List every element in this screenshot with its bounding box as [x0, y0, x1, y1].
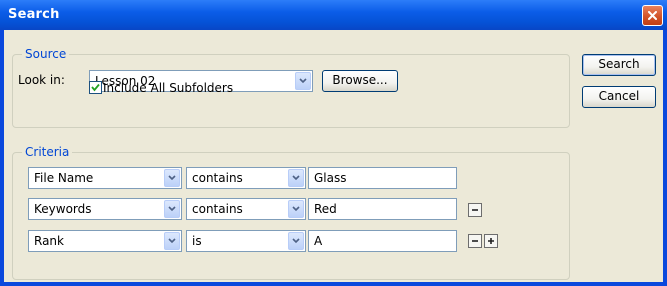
- dropdown-arrow[interactable]: [288, 169, 304, 187]
- criteria-operator-value: contains: [192, 171, 243, 185]
- criteria-value-text: A: [314, 234, 323, 248]
- dropdown-arrow[interactable]: [164, 169, 180, 187]
- criteria-value-text: Glass: [314, 171, 347, 185]
- dropdown-arrow[interactable]: [288, 232, 304, 250]
- criteria-value-field-3[interactable]: A: [308, 230, 457, 252]
- criteria-field-dropdown-1[interactable]: File Name: [28, 167, 182, 189]
- chevron-down-icon: [168, 206, 176, 212]
- dropdown-arrow[interactable]: [288, 200, 304, 218]
- criteria-value-text: Red: [314, 202, 337, 216]
- criteria-operator-dropdown-1[interactable]: contains: [186, 167, 306, 189]
- check-icon: [91, 83, 100, 92]
- criteria-field-value: Rank: [34, 234, 64, 248]
- title-bar[interactable]: Search: [0, 0, 667, 30]
- criteria-value-field-2[interactable]: Red: [308, 198, 457, 220]
- criteria-field-dropdown-3[interactable]: Rank: [28, 230, 182, 252]
- add-criteria-button[interactable]: [484, 234, 498, 248]
- remove-criteria-button-2[interactable]: [468, 203, 482, 217]
- chevron-down-icon: [292, 238, 300, 244]
- criteria-field-dropdown-2[interactable]: Keywords: [28, 198, 182, 220]
- remove-criteria-button-3[interactable]: [468, 234, 482, 248]
- include-subfolders-checkbox[interactable]: [89, 81, 102, 94]
- dropdown-arrow[interactable]: [164, 200, 180, 218]
- chevron-down-icon: [168, 238, 176, 244]
- chevron-down-icon: [292, 206, 300, 212]
- search-button[interactable]: Search: [582, 54, 656, 76]
- chevron-down-icon: [292, 175, 300, 181]
- minus-icon: [472, 209, 478, 211]
- chevron-down-icon: [168, 175, 176, 181]
- criteria-operator-value: is: [192, 234, 202, 248]
- criteria-operator-value: contains: [192, 202, 243, 216]
- cancel-button[interactable]: Cancel: [582, 86, 656, 108]
- chevron-down-icon: [299, 78, 307, 84]
- search-dialog: Search Source Look in: Lesson 02 Browse.…: [0, 0, 667, 286]
- window-title: Search: [8, 7, 60, 22]
- criteria-value-field-1[interactable]: Glass: [308, 167, 457, 189]
- plus-icon: [488, 238, 494, 244]
- criteria-field-value: Keywords: [34, 202, 92, 216]
- dropdown-arrow[interactable]: [164, 232, 180, 250]
- criteria-operator-dropdown-2[interactable]: contains: [186, 198, 306, 220]
- source-group-label: Source: [22, 47, 70, 61]
- criteria-group-label: Criteria: [22, 145, 73, 159]
- criteria-operator-dropdown-3[interactable]: is: [186, 230, 306, 252]
- close-icon: [648, 11, 657, 20]
- browse-button[interactable]: Browse...: [322, 70, 398, 92]
- close-button[interactable]: [642, 5, 663, 26]
- look-in-dropdown-arrow[interactable]: [295, 72, 311, 90]
- look-in-label: Look in:: [18, 73, 65, 87]
- dialog-body: Source Look in: Lesson 02 Browse... Incl…: [4, 30, 663, 282]
- minus-icon: [472, 240, 478, 242]
- include-subfolders-label[interactable]: Include All Subfolders: [103, 81, 233, 95]
- criteria-field-value: File Name: [34, 171, 94, 185]
